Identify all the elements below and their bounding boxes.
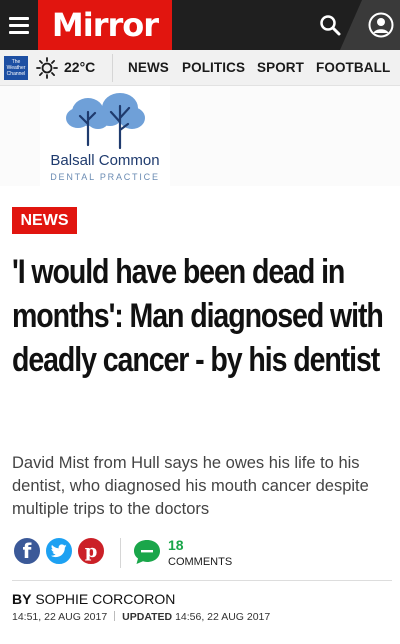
nav-divider bbox=[112, 54, 113, 82]
advert-area: Balsall Common DENTAL PRACTICE bbox=[0, 86, 400, 186]
nav-item-sport[interactable]: SPORT bbox=[257, 60, 304, 75]
nav-item-politics[interactable]: POLITICS bbox=[182, 60, 245, 75]
advert-name: Balsall Common bbox=[50, 152, 160, 169]
article-dates: 14:51, 22 AUG 2017 UPDATED 14:56, 22 AUG … bbox=[12, 611, 270, 623]
byline-divider bbox=[12, 580, 392, 581]
menu-line bbox=[9, 30, 29, 34]
byline-prefix: BY bbox=[12, 591, 32, 607]
nav-item-news[interactable]: NEWS bbox=[128, 60, 169, 75]
byline: BY SOPHIE CORCORON bbox=[12, 591, 175, 607]
author-name[interactable]: SOPHIE CORCORON bbox=[35, 591, 175, 607]
advert-dental-practice[interactable]: Balsall Common DENTAL PRACTICE bbox=[40, 86, 170, 186]
comments-link[interactable]: COMMENTS bbox=[168, 556, 232, 568]
top-bar: Mirror bbox=[0, 0, 400, 50]
nav-bar: The Weather Channel 22°C NEWS POLITICS S… bbox=[0, 50, 400, 86]
site-logo[interactable]: Mirror bbox=[38, 0, 172, 50]
pinterest-icon: p bbox=[84, 540, 98, 562]
comment-icon[interactable] bbox=[132, 538, 162, 566]
section-badge[interactable]: NEWS bbox=[12, 207, 77, 234]
updated-time: 14:56, 22 AUG 2017 bbox=[175, 611, 271, 623]
twitter-share-button[interactable] bbox=[44, 536, 74, 566]
comment-count[interactable]: 18 bbox=[168, 537, 184, 553]
facebook-share-button[interactable]: f bbox=[12, 536, 42, 566]
article-headline: 'I would have been dead in months': Man … bbox=[12, 253, 384, 379]
published-time: 14:51, 22 AUG 2017 bbox=[12, 611, 108, 623]
article-standfirst: David Mist from Hull says he owes his li… bbox=[12, 454, 369, 518]
share-divider bbox=[120, 538, 121, 568]
temperature: 22°C bbox=[64, 59, 96, 75]
sun-icon bbox=[36, 57, 58, 79]
facebook-icon: f bbox=[22, 539, 32, 563]
hamburger-icon[interactable] bbox=[0, 0, 38, 50]
pinterest-share-button[interactable]: p bbox=[76, 536, 106, 566]
user-icon[interactable] bbox=[362, 0, 400, 50]
account-wedge bbox=[340, 0, 362, 50]
date-separator bbox=[114, 611, 116, 621]
advert-subtitle: DENTAL PRACTICE bbox=[50, 172, 160, 182]
menu-line bbox=[9, 16, 29, 20]
menu-line bbox=[9, 23, 29, 27]
updated-label: UPDATED bbox=[122, 611, 173, 623]
nav-item-football[interactable]: FOOTBALL bbox=[316, 60, 390, 75]
trees-logo-icon bbox=[66, 93, 145, 150]
twitter-icon bbox=[51, 544, 67, 558]
weather-channel-logo[interactable]: The Weather Channel bbox=[4, 56, 28, 80]
